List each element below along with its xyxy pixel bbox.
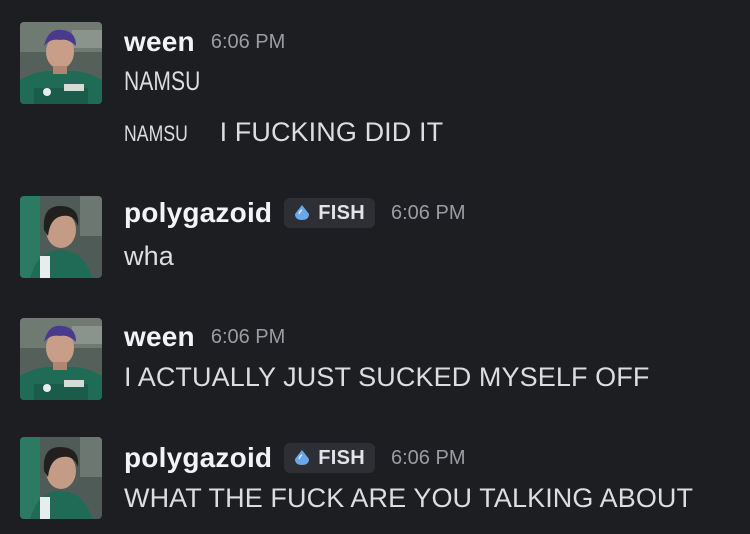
water-drop-icon [295, 450, 310, 465]
timestamp: 6:06 PM [210, 30, 286, 53]
message-text: NAMSU I FUCKING DID IT [124, 117, 443, 148]
message-text: NAMSU [124, 66, 222, 97]
role-tag[interactable]: FISH [284, 443, 375, 473]
message-header: ween 6:06 PM [124, 319, 285, 355]
username[interactable]: ween [124, 321, 195, 353]
user-avatar-image [20, 196, 102, 278]
message-text: I ACTUALLY JUST SUCKED MYSELF OFF [124, 362, 649, 393]
water-drop-icon [295, 205, 310, 220]
message-line: I ACTUALLY JUST SUCKED MYSELF OFF [124, 362, 650, 392]
user-avatar-image [20, 318, 102, 400]
chat-message-list: ween 6:06 PM NAMSU NAMSU I FUCKING DID I… [0, 0, 750, 534]
role-tag[interactable]: FISH [284, 198, 375, 228]
avatar[interactable] [20, 196, 102, 278]
username[interactable]: polygazoid [124, 442, 272, 474]
timestamp: 6:06 PM [210, 325, 286, 348]
message-line: wha [124, 241, 174, 271]
user-avatar-image [20, 437, 102, 519]
role-label: FISH [318, 446, 365, 469]
message-prefix: NAMSU [124, 121, 188, 146]
timestamp: 6:06 PM [391, 201, 466, 224]
user-avatar-image [20, 22, 102, 104]
message-header: polygazoid FISH 6:06 PM [124, 195, 465, 231]
timestamp: 6:06 PM [391, 446, 466, 469]
role-label: FISH [318, 201, 365, 224]
message-line: NAMSU [124, 66, 201, 96]
message-header: ween 6:06 PM [124, 24, 285, 60]
message-line: WHAT THE FUCK ARE YOU TALKING ABOUT [124, 483, 694, 513]
avatar[interactable] [20, 22, 102, 104]
message-header: polygazoid FISH 6:06 PM [124, 440, 465, 476]
avatar[interactable] [20, 437, 102, 519]
message-text: wha [124, 241, 174, 272]
username[interactable]: polygazoid [124, 197, 272, 229]
message-text: WHAT THE FUCK ARE YOU TALKING ABOUT [124, 483, 693, 514]
avatar[interactable] [20, 318, 102, 400]
username[interactable]: ween [124, 26, 195, 58]
message-line: I FUCKING DID IT [219, 117, 444, 147]
